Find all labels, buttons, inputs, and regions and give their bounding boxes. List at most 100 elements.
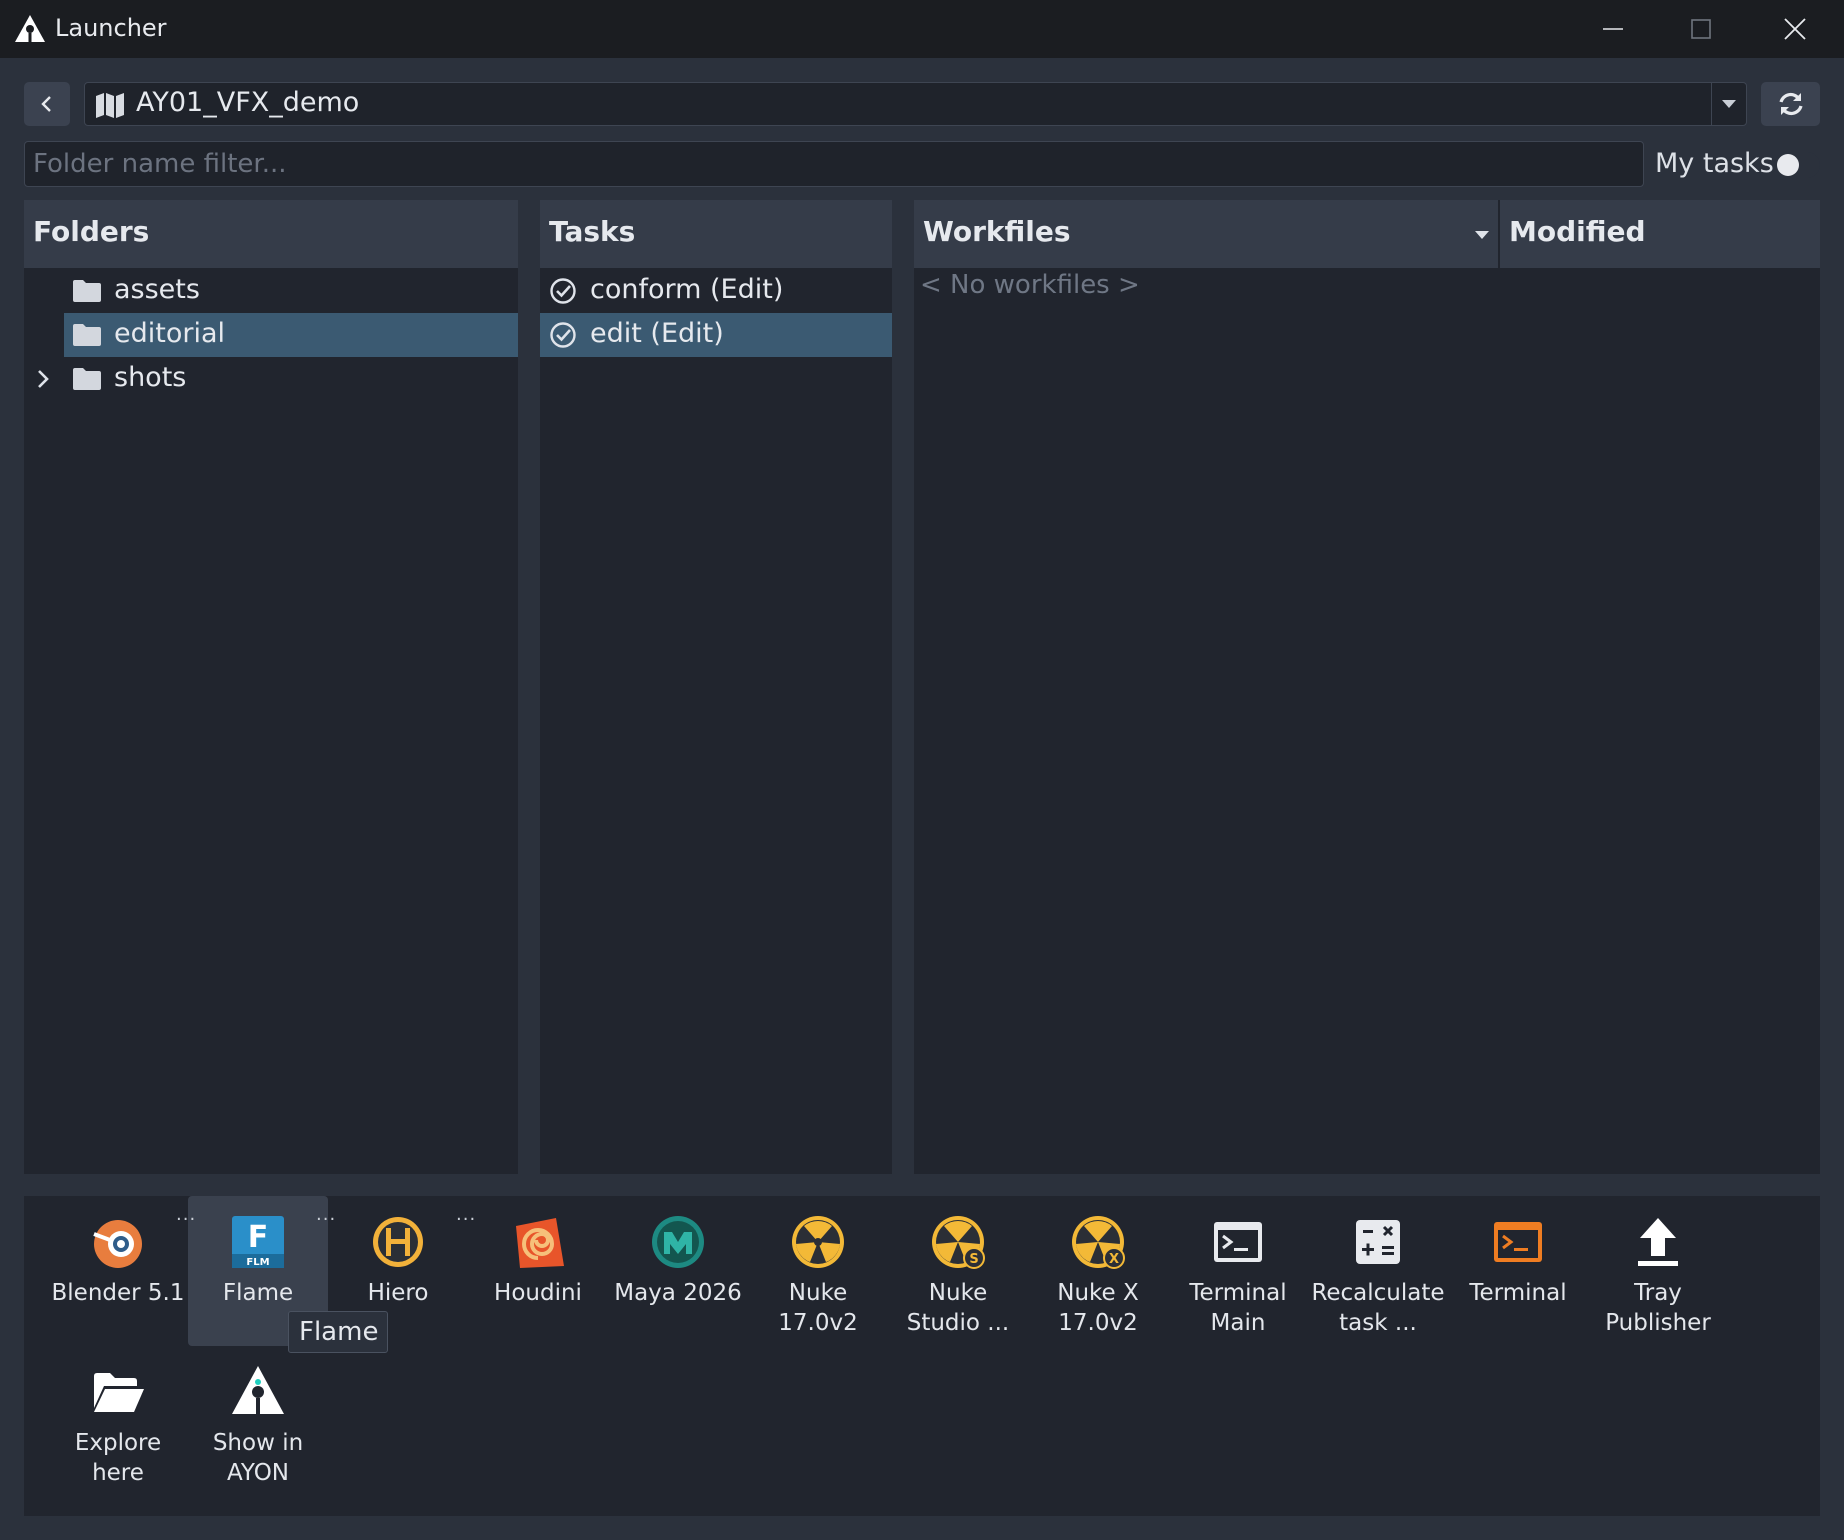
nuke-icon [792, 1216, 844, 1268]
folder-icon [73, 280, 101, 302]
app-label: Houdini [494, 1280, 582, 1306]
window-title: Launcher [55, 14, 167, 42]
app-label: Recalculate task ... [1311, 1280, 1445, 1336]
nuke-studio-icon: S [932, 1216, 985, 1269]
workfiles-header-label: Workfiles [923, 215, 1071, 248]
houdini-icon [516, 1218, 564, 1268]
app-label: Explore here [74, 1430, 162, 1486]
actions-panel: Blender 5.1 F FLM Flame ... Hiero ... Ho… [24, 1196, 1820, 1516]
upload-icon [1638, 1218, 1678, 1266]
my-tasks-label: My tasks [1655, 148, 1774, 179]
dropdown-separator [1711, 83, 1712, 125]
sort-down-icon [1475, 231, 1489, 239]
chevron-left-icon [41, 96, 51, 112]
more-variants-indicator[interactable]: ... [456, 1204, 476, 1225]
maximize-icon [1691, 19, 1711, 39]
app-tray-publisher[interactable]: Tray Publisher [1588, 1196, 1728, 1346]
folder-label: editorial [114, 318, 226, 349]
folder-row-assets[interactable]: assets [64, 269, 518, 313]
terminal-orange-icon [1494, 1222, 1542, 1262]
map-icon [96, 93, 124, 118]
chevron-right-icon[interactable] [36, 369, 50, 389]
minimize-icon [1603, 28, 1623, 30]
folder-icon [73, 324, 101, 346]
calculator-icon [1356, 1220, 1400, 1264]
task-check-icon [550, 278, 576, 304]
folders-header: Folders [24, 200, 518, 268]
app-label: Nuke Studio ... [906, 1280, 1010, 1336]
folder-icon [73, 368, 101, 390]
maximize-button[interactable] [1656, 0, 1746, 58]
tasks-panel: Tasks conform (Edit) edit (Edit) [540, 200, 892, 1174]
nuke-x-badge: X [1109, 1252, 1119, 1267]
folder-row-editorial[interactable]: editorial [64, 313, 518, 357]
modified-column-header[interactable]: Modified [1500, 200, 1820, 268]
folder-row-shots[interactable]: shots [24, 357, 518, 401]
minimize-button[interactable] [1568, 0, 1658, 58]
app-maya[interactable]: Maya 2026 [608, 1196, 748, 1346]
folders-panel: Folders assets editorial shots [24, 200, 518, 1174]
task-row-edit[interactable]: edit (Edit) [540, 313, 892, 357]
app-label: Blender 5.1 [51, 1280, 185, 1306]
my-tasks-toggle[interactable] [1774, 152, 1820, 178]
app-terminal[interactable]: Terminal [1448, 1196, 1588, 1346]
tasks-header-label: Tasks [549, 215, 636, 248]
app-tooltip: Flame [288, 1311, 388, 1353]
blender-icon [93, 1220, 142, 1268]
maya-icon [652, 1216, 704, 1268]
folder-label: shots [114, 362, 187, 393]
close-icon [1784, 18, 1806, 40]
app-label: Flame [222, 1280, 294, 1306]
back-button[interactable] [24, 82, 70, 126]
task-row-conform[interactable]: conform (Edit) [540, 269, 892, 313]
app-label: Maya 2026 [614, 1280, 742, 1306]
workfiles-column-header[interactable]: Workfiles [914, 200, 1498, 268]
folder-open-icon [94, 1373, 144, 1412]
app-label: Tray Publisher [1605, 1280, 1711, 1336]
task-label: edit (Edit) [590, 318, 724, 349]
project-name: AY01_VFX_demo [136, 87, 360, 118]
app-nuke[interactable]: Nuke 17.0v2 [748, 1196, 888, 1346]
refresh-button[interactable] [1761, 82, 1820, 126]
app-label: Hiero [367, 1280, 429, 1306]
folders-header-label: Folders [33, 215, 150, 248]
flame-icon: F FLM [232, 1216, 284, 1268]
app-label: Show in AYON [212, 1430, 304, 1486]
app-label: Terminal [1469, 1280, 1567, 1306]
workfiles-panel: Workfiles Modified [914, 200, 1820, 1174]
terminal-icon [1214, 1222, 1262, 1262]
chevron-down-icon[interactable] [1721, 99, 1737, 109]
app-label: Terminal Main [1189, 1280, 1287, 1336]
action-explore-here[interactable]: Explore here [48, 1346, 188, 1496]
more-variants-indicator[interactable]: ... [176, 1204, 196, 1225]
hiero-icon [373, 1217, 423, 1267]
more-variants-indicator[interactable]: ... [316, 1204, 336, 1225]
app-label: Nuke 17.0v2 [778, 1280, 858, 1336]
task-check-icon [550, 322, 576, 348]
app-label: Nuke X 17.0v2 [1057, 1280, 1139, 1336]
flame-icon-letter: F [248, 1220, 269, 1255]
nuke-studio-badge: S [969, 1252, 978, 1267]
refresh-icon [1778, 92, 1803, 116]
app-blender[interactable]: Blender 5.1 [48, 1196, 188, 1346]
no-workfiles-text: < No workfiles > [920, 270, 1140, 300]
close-button[interactable] [1750, 0, 1840, 58]
app-terminal-main[interactable]: Terminal Main [1168, 1196, 1308, 1346]
app-houdini[interactable]: Houdini [468, 1196, 608, 1346]
modified-header-label: Modified [1509, 215, 1646, 248]
tasks-header: Tasks [540, 200, 892, 268]
folder-filter-input[interactable] [24, 141, 1644, 187]
project-selector[interactable]: AY01_VFX_demo [84, 82, 1747, 126]
flame-icon-subtext: FLM [246, 1257, 269, 1268]
task-label: conform (Edit) [590, 274, 784, 305]
nuke-x-icon: X [1072, 1216, 1125, 1269]
action-show-in-ayon[interactable]: Show in AYON [188, 1346, 328, 1496]
toggle-knob [1777, 154, 1799, 176]
title-bar: Launcher [0, 0, 1844, 58]
ayon-logo-icon [15, 15, 45, 42]
workfiles-header: Workfiles Modified [914, 200, 1820, 268]
app-nuke-x[interactable]: X Nuke X 17.0v2 [1028, 1196, 1168, 1346]
folder-label: assets [114, 274, 200, 305]
app-recalculate-task[interactable]: Recalculate task ... [1308, 1196, 1448, 1346]
app-nuke-studio[interactable]: S Nuke Studio ... [888, 1196, 1028, 1346]
